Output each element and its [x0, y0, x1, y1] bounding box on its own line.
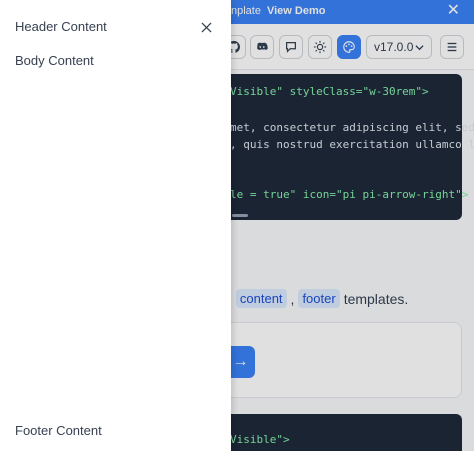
sidebar-header-text: Header Content — [15, 19, 107, 34]
sidebar-close-button[interactable] — [198, 19, 214, 35]
close-icon — [200, 21, 212, 33]
sidebar-body-text: Body Content — [15, 53, 94, 68]
sidebar-footer-text: Footer Content — [15, 423, 102, 438]
sidebar-panel: Header Content Body Content Footer Conte… — [0, 0, 231, 451]
